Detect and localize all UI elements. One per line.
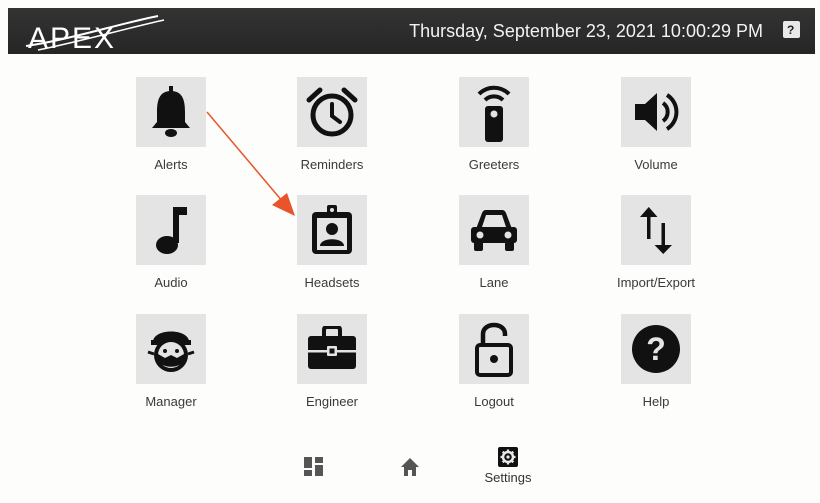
nav-home[interactable] xyxy=(380,457,440,503)
up-down-arrows-icon xyxy=(621,195,691,265)
alarm-clock-icon xyxy=(297,77,367,147)
nav-label: Settings xyxy=(484,470,532,485)
help-square-icon[interactable]: ? xyxy=(783,21,800,38)
tile-label: Engineer xyxy=(305,394,359,409)
padlock-icon xyxy=(459,314,529,384)
music-note-icon xyxy=(136,195,206,265)
svg-text:APEX: APEX xyxy=(28,22,116,54)
svg-text:?: ? xyxy=(787,23,794,36)
home-icon xyxy=(401,458,419,476)
dashboard-grid-icon xyxy=(304,457,323,476)
tile-label: Greeters xyxy=(468,157,520,172)
id-badge-icon xyxy=(297,195,367,265)
briefcase-icon xyxy=(297,314,367,384)
nav-settings[interactable]: Settings xyxy=(478,447,538,493)
tile-label: Help xyxy=(642,394,670,409)
tile-label: Headsets xyxy=(304,275,360,290)
nav-dashboard[interactable] xyxy=(284,457,344,503)
tile-label: Alerts xyxy=(154,157,188,172)
apex-logo: APEX xyxy=(18,10,168,54)
tile-headsets[interactable]: Headsets xyxy=(262,195,402,305)
manager-face-icon xyxy=(136,314,206,384)
tile-label: Lane xyxy=(479,275,509,290)
tile-label: Reminders xyxy=(300,157,364,172)
tile-volume[interactable]: Volume xyxy=(586,77,726,187)
tile-label: Volume xyxy=(634,157,678,172)
tile-engineer[interactable]: Engineer xyxy=(262,314,402,424)
tile-audio[interactable]: Audio xyxy=(101,195,241,305)
tile-label: Import/Export xyxy=(616,275,696,290)
greeter-remote-icon xyxy=(459,77,529,147)
tile-lane[interactable]: Lane xyxy=(424,195,564,305)
current-datetime: Thursday, September 23, 2021 10:00:29 PM xyxy=(409,21,763,41)
top-header-bar: APEX Thursday, September 23, 2021 10:00:… xyxy=(8,8,815,54)
tile-manager[interactable]: Manager xyxy=(101,314,241,424)
tile-greeters[interactable]: Greeters xyxy=(424,77,564,187)
bell-icon xyxy=(136,77,206,147)
tile-alerts[interactable]: Alerts xyxy=(101,77,241,187)
speaker-icon xyxy=(621,77,691,147)
tile-reminders[interactable]: Reminders xyxy=(262,77,402,187)
tile-help[interactable]: ? Help xyxy=(586,314,726,424)
settings-gear-icon xyxy=(498,447,518,467)
tile-import-export[interactable]: Import/Export xyxy=(586,195,726,305)
tile-logout[interactable]: Logout xyxy=(424,314,564,424)
car-icon xyxy=(459,195,529,265)
svg-text:?: ? xyxy=(646,331,666,367)
question-circle-icon: ? xyxy=(621,314,691,384)
tile-label: Audio xyxy=(154,275,188,290)
tile-label: Logout xyxy=(474,394,514,409)
tile-label: Manager xyxy=(145,394,197,409)
